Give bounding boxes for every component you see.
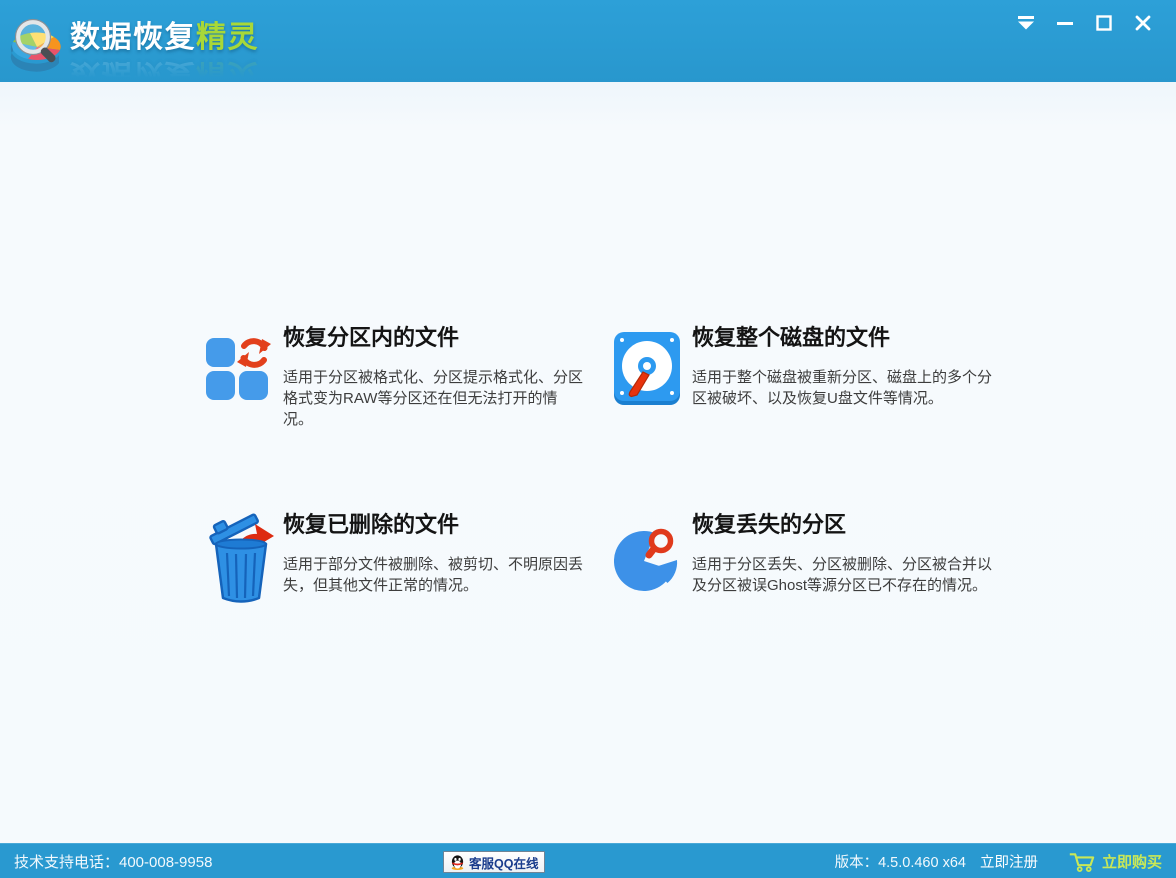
main-area: 恢复分区内的文件 适用于分区被格式化、分区提示格式化、分区格式变为RAW等分区还… — [0, 82, 1176, 843]
buy-now-label: 立即购买 — [1102, 851, 1162, 872]
card-recover-whole-disk[interactable]: 恢复整个磁盘的文件 适用于整个磁盘被重新分区、磁盘上的多个分区被破坏、以及恢复U… — [614, 325, 994, 411]
card-title: 恢复已删除的文件 — [283, 512, 585, 538]
maximize-icon — [1096, 15, 1112, 31]
card-description: 适用于部分文件被删除、被剪切、不明原因丢失，但其他文件正常的情况。 — [283, 554, 585, 596]
card-recover-partition-files[interactable]: 恢复分区内的文件 适用于分区被格式化、分区提示格式化、分区格式变为RAW等分区还… — [205, 325, 585, 430]
app-logo-icon — [10, 13, 64, 73]
qq-icon — [450, 855, 465, 870]
trash-arrow-icon — [205, 512, 283, 609]
close-button[interactable] — [1132, 13, 1154, 33]
disk-icon — [614, 325, 692, 411]
pie-search-icon — [614, 512, 692, 607]
titlebar: 数据恢复精灵 数据恢复精灵 — [0, 0, 1176, 82]
register-link[interactable]: 立即注册 — [980, 851, 1038, 872]
blocks-sync-icon — [205, 325, 283, 430]
maximize-button[interactable] — [1093, 13, 1115, 33]
menu-button[interactable] — [1015, 13, 1037, 33]
version-label: 版本：4.5.0.460 x64 — [835, 851, 966, 872]
cart-icon — [1068, 850, 1095, 873]
card-description: 适用于分区被格式化、分区提示格式化、分区格式变为RAW等分区还在但无法打开的情况… — [283, 367, 585, 430]
app-title: 数据恢复精灵 数据恢复精灵 — [70, 20, 259, 80]
menu-icon — [1016, 16, 1036, 30]
qq-support-button[interactable]: 客服QQ在线 — [443, 851, 545, 873]
app-window: 数据恢复精灵 数据恢复精灵 — [0, 0, 1176, 878]
qq-button-label: 客服QQ在线 — [469, 853, 538, 872]
statusbar-right-group: 版本：4.5.0.460 x64 立即注册 立即购买 — [835, 844, 1162, 878]
window-controls — [1015, 13, 1154, 33]
support-phone-label: 技术支持电话：400-008-9958 — [14, 844, 212, 878]
card-title: 恢复丢失的分区 — [692, 512, 994, 538]
close-icon — [1135, 15, 1151, 31]
app-title-text: 数据恢复精灵 — [70, 20, 259, 56]
card-recover-deleted-files[interactable]: 恢复已删除的文件 适用于部分文件被删除、被剪切、不明原因丢失，但其他文件正常的情… — [205, 512, 585, 609]
minimize-button[interactable] — [1054, 13, 1076, 33]
card-description: 适用于整个磁盘被重新分区、磁盘上的多个分区被破坏、以及恢复U盘文件等情况。 — [692, 367, 994, 409]
card-title: 恢复分区内的文件 — [283, 325, 585, 351]
card-recover-lost-partition[interactable]: 恢复丢失的分区 适用于分区丢失、分区被删除、分区被合并以及分区被误Ghost等源… — [614, 512, 994, 607]
statusbar: 技术支持电话：400-008-9958 客服QQ在线 版本：4.5.0.460 … — [0, 843, 1176, 878]
card-description: 适用于分区丢失、分区被删除、分区被合并以及分区被误Ghost等源分区已不存在的情… — [692, 554, 994, 596]
minimize-icon — [1057, 15, 1073, 31]
buy-now-link[interactable]: 立即购买 — [1068, 850, 1162, 873]
card-title: 恢复整个磁盘的文件 — [692, 325, 994, 351]
